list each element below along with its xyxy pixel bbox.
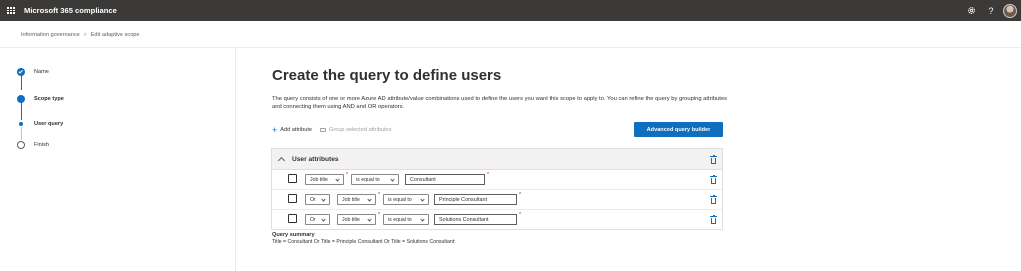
required-mark: * <box>378 212 381 218</box>
group-selected-label: Group selected attributes <box>329 127 392 133</box>
operator-dropdown[interactable]: is equal to <box>351 174 399 185</box>
delete-icon[interactable] <box>710 215 717 224</box>
attribute-row: Or Job title * is equal to Principle Con… <box>272 190 722 210</box>
add-attribute-label: Add attribute <box>280 127 312 133</box>
current-step-icon <box>17 95 25 103</box>
step-connector <box>20 102 22 120</box>
wizard-step-label: Name <box>34 69 49 75</box>
wizard-divider <box>235 48 236 271</box>
required-mark: * <box>378 192 381 198</box>
value-input[interactable]: Consultant <box>405 174 485 185</box>
card-title: User attributes <box>292 155 339 163</box>
header-divider <box>0 47 1021 48</box>
help-icon[interactable]: ? <box>981 0 1001 21</box>
delete-icon[interactable] <box>710 155 717 164</box>
row-checkbox[interactable] <box>288 194 297 203</box>
chevron-down-icon <box>420 197 425 202</box>
chevron-down-icon <box>367 217 372 222</box>
value-input[interactable]: Solutions Consultant <box>434 214 517 225</box>
dropdown-value: is equal to <box>356 176 380 183</box>
gear-icon[interactable] <box>961 0 981 21</box>
attribute-row: Or Job title * is equal to Solutions Con… <box>272 210 722 230</box>
card-header: User attributes <box>272 149 722 170</box>
attribute-row: Job title * is equal to Consultant * <box>272 170 722 190</box>
value-input[interactable]: Principle Consultant <box>434 194 517 205</box>
required-mark: * <box>519 212 522 218</box>
wizard-step-label: User query <box>34 121 64 127</box>
check-icon <box>17 68 25 76</box>
empty-step-icon <box>17 141 25 149</box>
dropdown-value: Job title <box>342 216 360 223</box>
step-connector <box>20 127 22 140</box>
user-attributes-card: User attributes Job title * is equal to … <box>271 148 723 230</box>
avatar[interactable] <box>1003 3 1017 18</box>
advanced-query-builder-button[interactable]: Advanced query builder <box>634 122 723 137</box>
group-selected-button[interactable]: Group selected attributes <box>320 127 392 133</box>
dropdown-value: Or <box>310 196 316 203</box>
plus-icon: + <box>272 125 278 135</box>
chevron-down-icon <box>390 177 395 182</box>
dropdown-value: is equal to <box>388 216 412 223</box>
required-mark: * <box>519 192 522 198</box>
chevron-down-icon <box>321 197 326 202</box>
required-mark: * <box>346 172 349 178</box>
query-summary-text: Title = Consultant Or Title = Principle … <box>272 239 456 245</box>
delete-icon[interactable] <box>710 195 717 204</box>
attribute-dropdown[interactable]: Job title <box>337 194 376 205</box>
attribute-dropdown[interactable]: Job title <box>305 174 344 185</box>
query-summary-title: Query summary <box>272 232 315 238</box>
breadcrumb-root[interactable]: Information governance <box>21 32 80 38</box>
required-mark: * <box>487 172 490 178</box>
page-title: Create the query to define users <box>272 67 502 84</box>
app-title[interactable]: Microsoft 365 compliance <box>24 6 117 15</box>
dropdown-value: Job title <box>342 196 360 203</box>
breadcrumb-current: Edit adaptive scope <box>90 32 140 38</box>
dropdown-value: is equal to <box>388 196 412 203</box>
chevron-down-icon <box>335 177 340 182</box>
query-toolbar: + Add attribute Group selected attribute… <box>272 125 392 135</box>
suite-bar: Microsoft 365 compliance ? <box>0 0 1021 21</box>
chevron-down-icon <box>420 217 425 222</box>
chevron-down-icon <box>367 197 372 202</box>
breadcrumb: Information governance > Edit adaptive s… <box>21 29 140 41</box>
wizard-step-label: Finish <box>34 142 49 148</box>
connector-dropdown[interactable]: Or <box>305 194 330 205</box>
substep-dot-icon <box>19 122 23 126</box>
page-description: The query consists of one or more Azure … <box>272 96 728 111</box>
row-checkbox[interactable] <box>288 174 297 183</box>
row-checkbox[interactable] <box>288 214 297 223</box>
breadcrumb-separator: > <box>83 32 87 38</box>
chevron-down-icon <box>321 217 326 222</box>
group-icon <box>320 128 326 132</box>
add-attribute-button[interactable]: + Add attribute <box>272 125 312 135</box>
delete-icon[interactable] <box>710 175 717 184</box>
connector-dropdown[interactable]: Or <box>305 214 330 225</box>
wizard-step-label: Scope type <box>34 96 64 102</box>
attribute-dropdown[interactable]: Job title <box>337 214 376 225</box>
operator-dropdown[interactable]: is equal to <box>383 194 429 205</box>
chevron-up-icon[interactable] <box>277 156 286 165</box>
dropdown-value: Job title <box>310 176 328 183</box>
dropdown-value: Or <box>310 216 316 223</box>
operator-dropdown[interactable]: is equal to <box>383 214 429 225</box>
waffle-icon[interactable] <box>0 0 22 21</box>
